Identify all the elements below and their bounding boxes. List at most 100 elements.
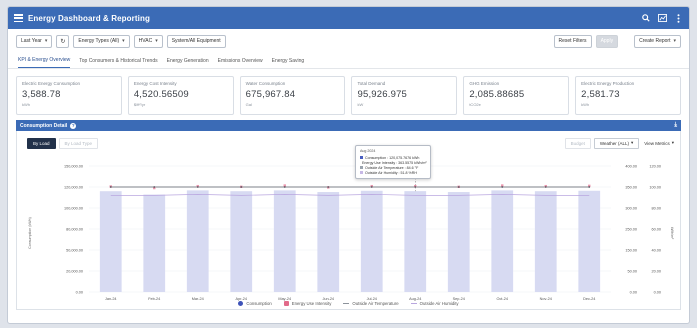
kpi-card-ghg-emission[interactable]: GHG Emission 2,085.88685 tCO2e (463, 76, 570, 115)
kpi-unit: kWh (581, 102, 590, 107)
y2-tick-label: 250.00 (625, 227, 637, 231)
consumption-bar (491, 190, 514, 292)
kpi-value: 3,588.78 (22, 89, 61, 100)
y2-tick-label: 400.00 (625, 164, 637, 168)
y-tick-label: 120,000.00 (64, 185, 83, 189)
app-window: Energy Dashboard & Reporting Last Year ▾ … (7, 6, 690, 324)
chart-icon[interactable] (657, 13, 667, 23)
temperature-point (588, 186, 591, 188)
consumption-chart: Consumption (kWh) kWh/m² 150,000.00 400.0… (28, 160, 674, 301)
temperature-point (240, 186, 243, 188)
create-report-button[interactable]: Create Report ▾ (634, 34, 681, 48)
chart-panel: By Load By Load Type Budget Weather (ALL… (16, 131, 681, 310)
y3-tick-label: 0.00 (654, 290, 661, 294)
legend-item-temperature[interactable]: Outside Air Temperature (343, 301, 399, 306)
toolbar: Last Year ▾ ↻ Energy Types (All) ▾ HVAC ▾ S… (8, 29, 689, 53)
consumption-bar (143, 194, 166, 292)
legend-marker (283, 301, 289, 306)
tooltip-swatch (360, 166, 363, 169)
consumption-bar (230, 191, 253, 292)
y-tick-label: 100,000.00 (64, 206, 83, 210)
tab-energy-saving[interactable]: Energy Saving (272, 58, 305, 68)
kpi-label: Electric Energy Consumption (22, 81, 81, 86)
legend-marker (410, 303, 417, 304)
consumption-bar (360, 190, 383, 292)
tab-top-consumers[interactable]: Top Consumers & Historical Trends (79, 58, 157, 68)
y3-tick-label: 20.00 (651, 269, 661, 273)
tab-energy-generation[interactable]: Energy Generation (167, 58, 209, 68)
kpi-card-water-consumption[interactable]: Water Consumption 675,967.84 Gal (239, 76, 346, 115)
info-icon[interactable]: ? (70, 122, 77, 129)
refresh-icon: ↻ (60, 38, 66, 45)
kpi-value: 2,581.73 (581, 89, 620, 100)
kpi-label: Electric Energy Production (581, 81, 635, 86)
y2-tick-label: 150.00 (625, 248, 637, 252)
tooltip-row: Consumption : 120,075.7676 kWh (360, 155, 426, 160)
kpi-card-electric-production[interactable]: Electric Energy Production 2,581.73 kWh (575, 76, 681, 115)
energy-type-dropdown[interactable]: Energy Types (All) ▾ (73, 34, 130, 48)
temperature-point (153, 186, 156, 188)
temperature-point (501, 186, 504, 188)
search-icon[interactable] (641, 13, 651, 23)
system-group-value: System/All Equipment (171, 38, 221, 44)
kpi-value: 4,520.56509 (133, 89, 189, 100)
consumption-bar (404, 191, 427, 292)
consumption-bar (317, 192, 340, 292)
period-value: Last Year (21, 38, 42, 44)
y3-tick-label: 80.00 (651, 206, 661, 210)
tooltip-row: Outside Air Humidity : 51.8 %RH (360, 170, 426, 175)
consumption-bar (534, 191, 557, 292)
legend-marker (343, 303, 350, 304)
kpi-card-energy-cost-intensity[interactable]: Energy Cost Intensity 4,520.56509 $/ft²/… (127, 76, 234, 115)
legend-label: Outside Air Temperature (352, 301, 399, 306)
create-report-label: Create Report (639, 38, 671, 44)
legend-item-consumption[interactable]: Consumption (238, 301, 272, 306)
y-tick-label: 50,000.00 (66, 248, 83, 252)
kpi-unit: Gal (245, 102, 252, 107)
reset-filters-button[interactable]: Reset Filters (553, 34, 592, 48)
y3-tick-label: 40.00 (651, 248, 661, 252)
tooltip-title: Aug 2024 (360, 149, 376, 153)
temperature-point (414, 186, 417, 188)
y3-tick-label: 60.00 (651, 227, 661, 231)
y2-tick-label: 350.00 (625, 185, 637, 189)
legend-item-humidity[interactable]: Outside Air Humidity (410, 301, 459, 306)
hvac-dropdown[interactable]: HVAC ▾ (133, 34, 163, 48)
hvac-value: HVAC (138, 38, 153, 44)
chart-legend: Consumption Energy Use Intensity Outside… (17, 301, 680, 306)
consumption-bar (273, 190, 296, 292)
kpi-unit: kW (357, 102, 364, 107)
menu-icon[interactable] (14, 14, 23, 22)
kpi-unit: $/ft²/yr (133, 102, 146, 107)
section-header: Consumption Detail ? ⤓ (16, 120, 681, 131)
legend-label: Outside Air Humidity (419, 301, 459, 306)
system-group-dropdown[interactable]: System/All Equipment (166, 34, 226, 48)
consumption-bar (447, 192, 470, 292)
download-icon[interactable]: ⤓ (674, 122, 677, 129)
apply-button[interactable]: Apply (595, 34, 619, 48)
y-tick-label: 20,000.00 (66, 269, 83, 273)
kpi-label: GHG Emission (469, 81, 500, 86)
legend-marker (238, 301, 244, 306)
kpi-row: Electric Energy Consumption 3,588.78 kWh… (8, 69, 689, 120)
y3-tick-label: 100.00 (649, 185, 661, 189)
legend-item-eui[interactable]: Energy Use Intensity (283, 301, 331, 306)
y2-tick-label: 0.00 (630, 290, 637, 294)
humidity-line (110, 193, 590, 196)
more-vert-icon[interactable] (673, 13, 683, 23)
refresh-button[interactable]: ↻ (56, 34, 70, 48)
app-title: Energy Dashboard & Reporting (28, 13, 150, 23)
tab-bar: KPI & Energy Overview Top Consumers & Hi… (8, 53, 689, 69)
kpi-card-electric-consumption[interactable]: Electric Energy Consumption 3,588.78 kWh (16, 76, 122, 115)
tab-emissions-overview[interactable]: Emissions Overview (218, 58, 263, 68)
kpi-label: Total Demand (357, 81, 386, 86)
kpi-unit: kWh (22, 102, 30, 107)
tooltip-row-label: Outside Air Humidity : 51.8 %RH (365, 170, 417, 175)
kpi-card-total-demand[interactable]: Total Demand 95,926.975 kW (351, 76, 458, 115)
period-dropdown[interactable]: Last Year ▾ (16, 34, 53, 48)
y-axis-title: Consumption (kWh) (28, 217, 32, 249)
chevron-down-icon: ▾ (44, 38, 48, 44)
temperature-point (544, 186, 547, 188)
tab-kpi-overview[interactable]: KPI & Energy Overview (18, 57, 71, 68)
chart-tooltip: Aug 2024 Consumption : 120,075.7676 kWh … (355, 145, 431, 179)
